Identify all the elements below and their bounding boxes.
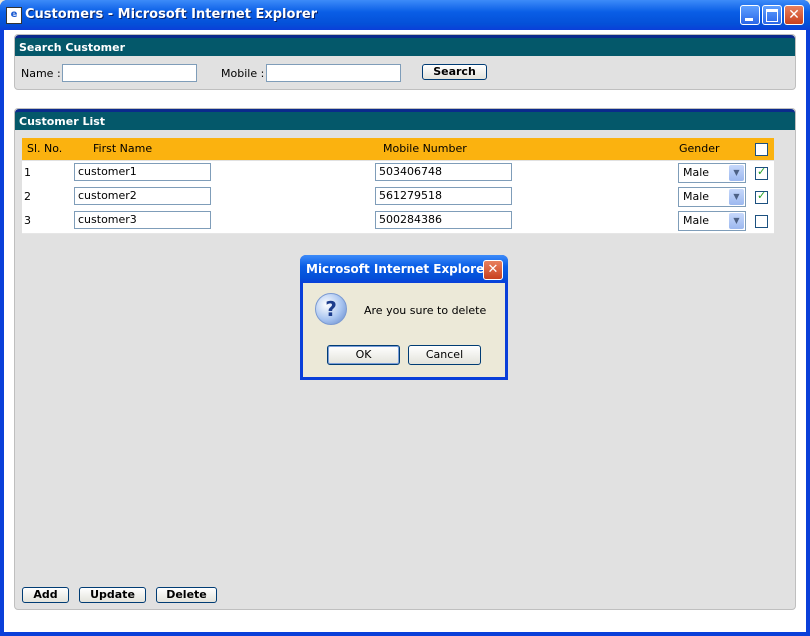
dialog-close-button[interactable]: ✕ <box>483 260 503 280</box>
mobile-input[interactable] <box>266 64 401 82</box>
row-checkbox[interactable] <box>755 215 768 228</box>
mobile-label: Mobile : <box>221 67 265 80</box>
col-mobile-number: Mobile Number <box>383 142 467 155</box>
col-gender: Gender <box>679 142 720 155</box>
chevron-down-icon: ▼ <box>729 213 744 229</box>
mobile-number-input[interactable]: 561279518 <box>375 187 512 205</box>
search-button[interactable]: Search <box>422 64 487 80</box>
search-panel-header: Search Customer <box>15 35 795 56</box>
confirm-dialog: Microsoft Internet Explorer ✕ ? Are you … <box>300 255 508 380</box>
minimize-button[interactable] <box>740 5 760 25</box>
window-titlebar[interactable]: e Customers - Microsoft Internet Explore… <box>0 0 810 30</box>
gender-value: Male <box>683 214 710 227</box>
ok-button[interactable]: OK <box>327 345 400 365</box>
name-input[interactable] <box>62 64 197 82</box>
name-label: Name : <box>21 67 61 80</box>
dialog-title: Microsoft Internet Explorer <box>306 262 491 276</box>
table-row: 1 customer1 503406748 Male ▼ <box>22 161 774 186</box>
ie-icon: e <box>6 7 22 24</box>
customer-list-header: Customer List <box>15 109 795 130</box>
mobile-number-input[interactable]: 503406748 <box>375 163 512 181</box>
gender-value: Male <box>683 190 710 203</box>
gender-select[interactable]: Male ▼ <box>678 211 746 231</box>
dialog-body: ? Are you sure to delete OK Cancel <box>303 283 505 377</box>
first-name-input[interactable]: customer3 <box>74 211 211 229</box>
window-title: Customers - Microsoft Internet Explorer <box>25 7 318 22</box>
gender-select[interactable]: Male ▼ <box>678 187 746 207</box>
col-first-name: First Name <box>93 142 153 155</box>
dialog-message: Are you sure to delete <box>364 304 487 317</box>
col-sl-no: Sl. No. <box>27 142 63 155</box>
update-button[interactable]: Update <box>79 587 146 603</box>
chevron-down-icon: ▼ <box>729 189 744 205</box>
browser-window: e Customers - Microsoft Internet Explore… <box>0 0 810 636</box>
table-header: Sl. No. First Name Mobile Number Gender <box>22 138 774 160</box>
table-row: 3 customer3 500284386 Male ▼ <box>22 209 774 234</box>
first-name-input[interactable]: customer2 <box>74 187 211 205</box>
select-all-checkbox[interactable] <box>755 143 768 156</box>
question-icon: ? <box>315 293 347 325</box>
page-bottom-area <box>4 610 806 632</box>
gender-select[interactable]: Male ▼ <box>678 163 746 183</box>
add-button[interactable]: Add <box>22 587 69 603</box>
close-icon: ✕ <box>487 262 499 277</box>
search-panel: Search Customer Name : Mobile : Search <box>14 34 796 90</box>
mobile-number-input[interactable]: 500284386 <box>375 211 512 229</box>
row-checkbox[interactable] <box>755 165 768 180</box>
delete-button[interactable]: Delete <box>156 587 217 603</box>
row-sl-no: 2 <box>24 190 31 203</box>
maximize-button[interactable] <box>762 5 782 25</box>
row-checkbox[interactable] <box>755 189 768 204</box>
close-button[interactable]: ✕ <box>784 5 804 25</box>
chevron-down-icon: ▼ <box>729 165 744 181</box>
row-sl-no: 1 <box>24 166 31 179</box>
row-sl-no: 3 <box>24 214 31 227</box>
table-row: 2 customer2 561279518 Male ▼ <box>22 185 774 210</box>
gender-value: Male <box>683 166 710 179</box>
cancel-button[interactable]: Cancel <box>408 345 481 365</box>
close-icon: ✕ <box>788 7 800 23</box>
first-name-input[interactable]: customer1 <box>74 163 211 181</box>
dialog-titlebar[interactable]: Microsoft Internet Explorer ✕ <box>300 255 508 283</box>
